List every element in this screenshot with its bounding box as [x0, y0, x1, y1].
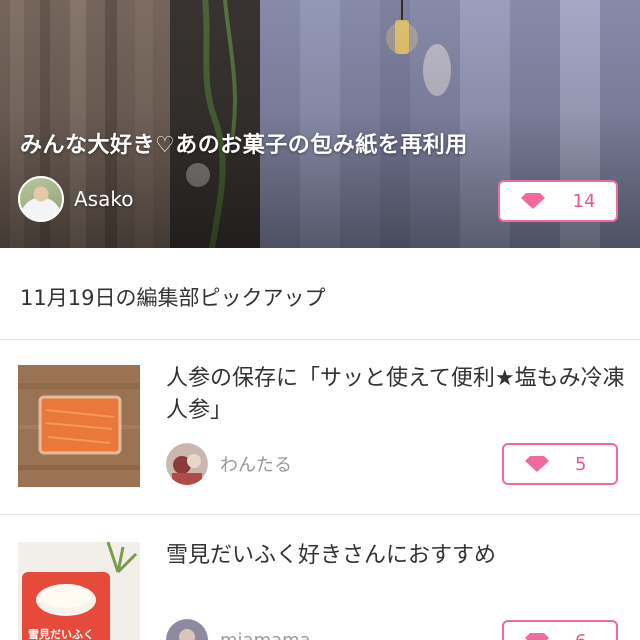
like-button[interactable]: 14	[498, 180, 618, 222]
avatar[interactable]	[166, 443, 208, 485]
like-count: 14	[572, 190, 596, 212]
avatar[interactable]	[166, 619, 208, 640]
avatar[interactable]	[18, 176, 64, 222]
article-thumbnail[interactable]: 雪見だいふく	[18, 542, 140, 640]
article-author[interactable]: わんたる	[166, 443, 292, 485]
list-item[interactable]: 人参の保存に「サッと使えて便利★塩もみ冷凍人参」 わんたる 5	[0, 341, 640, 515]
screen: みんな大好き♡あのお菓子の包み紙を再利用 Asako 14 11月19日の編集部…	[0, 0, 640, 640]
like-button[interactable]: 6	[502, 620, 618, 640]
like-count: 5	[575, 453, 587, 475]
featured-article-title[interactable]: みんな大好き♡あのお菓子の包み紙を再利用	[20, 127, 468, 159]
author-name[interactable]: Asako	[74, 187, 133, 211]
author-name[interactable]: わんたる	[220, 451, 292, 477]
like-button[interactable]: 5	[502, 443, 618, 485]
like-count: 6	[575, 631, 595, 640]
section-title: 11月19日の編集部ピックアップ	[20, 286, 326, 310]
list-item[interactable]: 雪見だいふく 雪見だいふく好きさんにおすすめ miamama 6	[0, 516, 640, 640]
featured-author[interactable]: Asako	[18, 176, 133, 222]
thumbnail-label: 雪見だいふく	[28, 628, 94, 640]
gem-heart-icon	[520, 193, 545, 209]
article-title[interactable]: 雪見だいふく好きさんにおすすめ	[166, 540, 626, 572]
gem-heart-icon	[525, 633, 549, 640]
gem-heart-icon	[525, 456, 549, 472]
article-thumbnail[interactable]	[18, 365, 140, 487]
article-author[interactable]: miamama	[166, 619, 311, 640]
featured-article-card[interactable]: みんな大好き♡あのお菓子の包み紙を再利用 Asako 14	[0, 0, 640, 248]
author-name[interactable]: miamama	[220, 630, 311, 640]
article-title[interactable]: 人参の保存に「サッと使えて便利★塩もみ冷凍人参」	[166, 363, 626, 427]
